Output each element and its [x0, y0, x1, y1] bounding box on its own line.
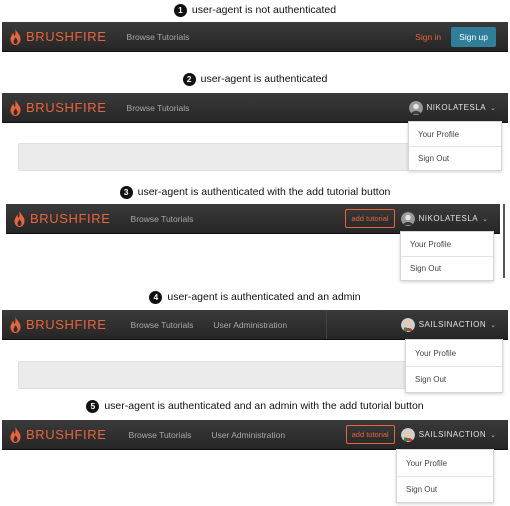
nav-user-administration[interactable]: User Administration — [213, 320, 287, 330]
username: SAILSINACTION — [418, 430, 487, 439]
avatar — [408, 100, 423, 115]
navbar-divider — [325, 310, 327, 339]
step-number: 5 — [86, 399, 100, 413]
username: NIKOLATESLA — [426, 103, 487, 112]
brand-name: BRUSHFIRE — [30, 211, 111, 226]
dropdown-sign-out[interactable]: Sign Out — [397, 476, 493, 502]
navbar-unauthenticated: BRUSHFIRE Browse Tutorials Sign in Sign … — [2, 22, 508, 52]
user-area: SAILSINACTION ⌄ — [325, 310, 508, 339]
user-menu-toggle[interactable]: NIKOLATESLA ⌄ — [408, 100, 496, 115]
navbar-admin: BRUSHFIRE Browse Tutorials User Administ… — [2, 310, 508, 340]
brand-logo[interactable]: BRUSHFIRE — [14, 210, 111, 227]
flame-icon — [10, 426, 21, 443]
content-placeholder — [18, 143, 410, 171]
nav-browse-tutorials[interactable]: Browse Tutorials — [127, 103, 190, 113]
step-number: 1 — [173, 3, 187, 17]
username: SAILSINACTION — [418, 320, 487, 329]
caption-2: 2 user-agent is authenticated — [0, 71, 510, 87]
user-dropdown: Your Profile Sign Out — [408, 121, 502, 171]
content-placeholder — [18, 361, 408, 389]
dropdown-sign-out[interactable]: Sign Out — [401, 256, 493, 280]
flame-icon — [10, 316, 21, 333]
avatar — [400, 317, 415, 332]
flame-icon — [10, 99, 21, 116]
nav-browse-tutorials[interactable]: Browse Tutorials — [131, 214, 194, 224]
user-dropdown: Your Profile Sign Out — [396, 449, 494, 503]
caption-4: 4 user-agent is authenticated and an adm… — [0, 289, 510, 305]
user-area: add tutorial NIKOLATESLA ⌄ — [345, 204, 500, 233]
add-tutorial-button[interactable]: add tutorial — [345, 425, 395, 444]
caption-text: user-agent is authenticated — [200, 73, 328, 85]
signup-button[interactable]: Sign up — [451, 26, 496, 47]
username: NIKOLATESLA — [418, 214, 479, 223]
brand-logo[interactable]: BRUSHFIRE — [10, 99, 107, 116]
step-number: 4 — [149, 290, 163, 304]
avatar — [400, 211, 415, 226]
user-menu-toggle[interactable]: SAILSINACTION ⌄ — [400, 317, 496, 332]
caption-text: user-agent is authenticated and an admin — [167, 291, 361, 303]
dropdown-sign-out[interactable]: Sign Out — [409, 146, 501, 170]
dropdown-your-profile[interactable]: Your Profile — [401, 232, 493, 256]
user-dropdown: Your Profile Sign Out — [400, 231, 494, 281]
brand-name: BRUSHFIRE — [26, 427, 107, 442]
avatar — [400, 427, 415, 442]
chevron-down-icon: ⌄ — [490, 431, 496, 439]
brand-name: BRUSHFIRE — [26, 29, 107, 44]
user-area: add tutorial SAILSINACTION ⌄ — [345, 420, 508, 449]
nav-browse-tutorials[interactable]: Browse Tutorials — [129, 430, 192, 440]
brand-name: BRUSHFIRE — [26, 317, 107, 332]
nav-browse-tutorials[interactable]: Browse Tutorials — [127, 32, 190, 42]
chevron-down-icon: ⌄ — [482, 215, 488, 223]
navbar-authenticated: BRUSHFIRE Browse Tutorials NIKOLATESLA ⌄ — [2, 93, 508, 123]
caption-text: user-agent is not authenticated — [191, 4, 337, 16]
caption-3: 3 user-agent is authenticated with the a… — [0, 184, 510, 200]
user-dropdown: Your Profile Sign Out — [405, 339, 503, 393]
caption-text: user-agent is authenticated with the add… — [137, 186, 391, 198]
brand-logo[interactable]: BRUSHFIRE — [10, 316, 107, 333]
user-menu-toggle[interactable]: SAILSINACTION ⌄ — [400, 427, 496, 442]
brand-logo[interactable]: BRUSHFIRE — [10, 426, 107, 443]
dropdown-your-profile[interactable]: Your Profile — [406, 340, 502, 366]
nav-browse-tutorials[interactable]: Browse Tutorials — [131, 320, 194, 330]
chevron-down-icon: ⌄ — [490, 321, 496, 329]
brand-logo[interactable]: BRUSHFIRE — [10, 28, 107, 45]
navbar-authenticated-add: BRUSHFIRE Browse Tutorials add tutorial … — [6, 204, 500, 234]
signin-link[interactable]: Sign in — [415, 32, 441, 42]
dropdown-your-profile[interactable]: Your Profile — [409, 122, 501, 146]
caption-5: 5 user-agent is authenticated and an adm… — [0, 398, 510, 414]
auth-actions: Sign in Sign up — [415, 22, 508, 51]
dropdown-your-profile[interactable]: Your Profile — [397, 450, 493, 476]
caption-1: 1 user-agent is not authenticated — [0, 2, 510, 18]
dropdown-sign-out[interactable]: Sign Out — [406, 366, 502, 392]
flame-icon — [10, 28, 21, 45]
flame-icon — [14, 210, 25, 227]
scrollbar[interactable] — [503, 204, 505, 278]
user-menu-toggle[interactable]: NIKOLATESLA ⌄ — [400, 211, 488, 226]
user-area: NIKOLATESLA ⌄ — [408, 93, 508, 122]
add-tutorial-button[interactable]: add tutorial — [345, 209, 395, 228]
step-number: 2 — [182, 72, 196, 86]
step-number: 3 — [119, 185, 133, 199]
nav-user-administration[interactable]: User Administration — [211, 430, 285, 440]
brand-name: BRUSHFIRE — [26, 100, 107, 115]
chevron-down-icon: ⌄ — [490, 104, 496, 112]
caption-text: user-agent is authenticated and an admin… — [104, 400, 424, 412]
navbar-admin-add: BRUSHFIRE Browse Tutorials User Administ… — [2, 420, 508, 450]
